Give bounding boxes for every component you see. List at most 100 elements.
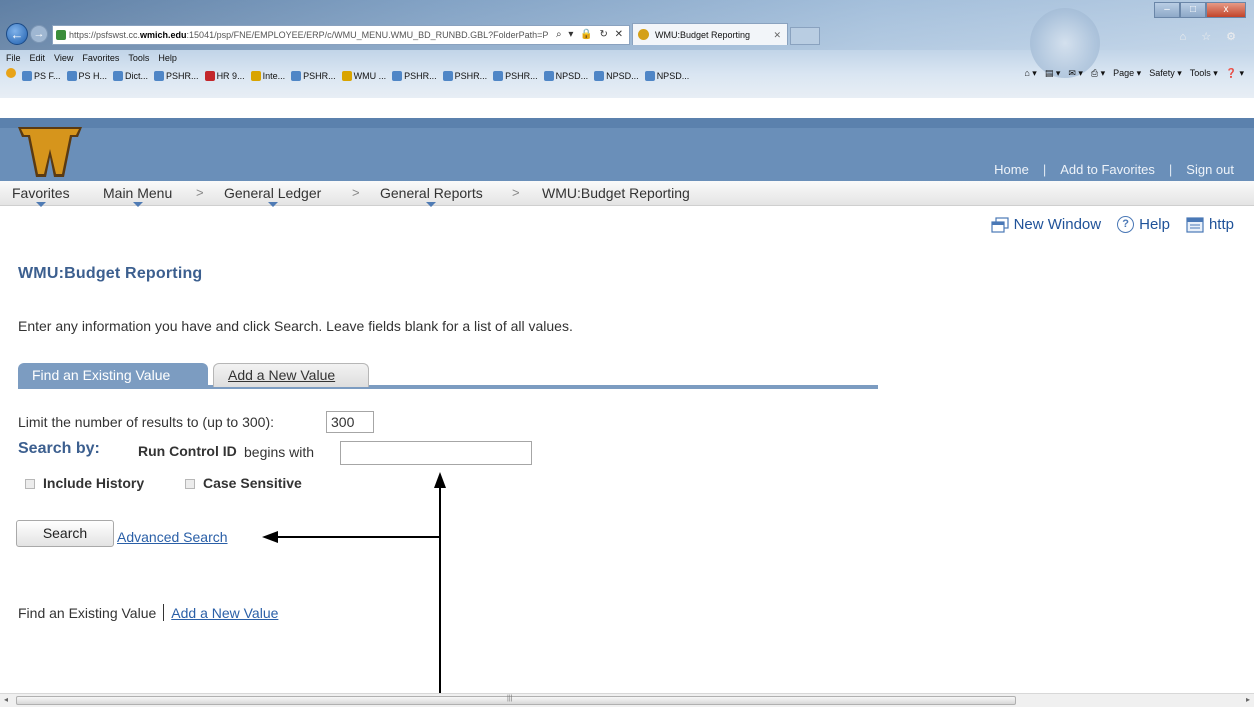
page-tools: New Window ? Help http xyxy=(975,216,1234,233)
fav-item[interactable]: WMU ... xyxy=(341,68,387,84)
bottom-find-existing-value[interactable]: Find an Existing Value xyxy=(18,605,156,621)
include-history-checkbox[interactable] xyxy=(25,479,35,489)
wmu-logo-icon xyxy=(18,127,82,177)
fav-item[interactable]: NPSD... xyxy=(543,68,589,84)
fav-item[interactable]: PSHR... xyxy=(154,68,199,84)
back-button[interactable]: ← xyxy=(6,23,28,45)
header-links: Home | Add to Favorites | Sign out xyxy=(994,162,1254,178)
fav-label: PS F... xyxy=(34,71,61,81)
new-window-link[interactable]: New Window xyxy=(990,216,1101,233)
dict-icon xyxy=(113,71,124,81)
menu-help[interactable]: Help xyxy=(158,53,177,63)
scroll-right-icon[interactable]: ▸ xyxy=(1246,695,1250,704)
scrollbar-thumb[interactable]: ||| xyxy=(16,695,1016,705)
horizontal-scrollbar[interactable]: ◂ ||| ▸ xyxy=(0,693,1254,707)
menu-file[interactable]: File xyxy=(6,53,21,63)
help-label: Help xyxy=(1139,216,1170,233)
ie-page-icon xyxy=(493,71,504,81)
scroll-left-icon[interactable]: ◂ xyxy=(4,695,8,704)
nav-label: General Ledger xyxy=(224,185,322,201)
instruction-text: Enter any information you have and click… xyxy=(18,318,573,334)
close-window-button[interactable]: x xyxy=(1206,2,1246,18)
fav-item[interactable]: PSHR... xyxy=(442,68,488,84)
nav-budget-reporting[interactable]: WMU:Budget Reporting xyxy=(542,185,690,201)
fav-item[interactable]: PSHR... xyxy=(291,68,336,84)
mail-icon[interactable]: ✉ ▾ xyxy=(1068,68,1083,79)
new-tab-button[interactable] xyxy=(790,27,820,45)
advanced-search-link[interactable]: Advanced Search xyxy=(117,529,228,545)
add-to-favorites-link[interactable]: Add to Favorites xyxy=(1060,162,1155,178)
ie-page-icon xyxy=(594,71,605,81)
home-icon[interactable]: ⌂ ▾ xyxy=(1024,68,1036,79)
scrollbar-grip: ||| xyxy=(507,695,513,702)
fav-label: NPSD... xyxy=(555,71,589,81)
ie-page-icon xyxy=(543,71,554,81)
maximize-button[interactable]: □ xyxy=(1180,2,1206,18)
fav-item[interactable]: PSHR... xyxy=(392,68,437,84)
feeds-icon[interactable]: ▤ ▾ xyxy=(1045,68,1061,79)
nav-label: Main Menu xyxy=(103,185,173,201)
include-history-label: Include History xyxy=(43,475,145,491)
fav-item[interactable]: Inte... xyxy=(250,68,285,84)
menu-edit[interactable]: Edit xyxy=(30,53,46,63)
case-sensitive-label: Case Sensitive xyxy=(203,475,302,491)
case-sensitive-checkbox[interactable] xyxy=(185,479,195,489)
nav-favorites[interactable]: Favorites xyxy=(12,185,70,207)
menu-tools[interactable]: Tools xyxy=(128,53,149,63)
safety-menu[interactable]: Safety ▾ xyxy=(1149,68,1182,79)
address-tools-icons[interactable]: ⌕ ▾ 🔒 ↻ ✕ xyxy=(556,26,625,44)
header-band xyxy=(0,118,1254,128)
fav-item[interactable]: NPSD... xyxy=(644,68,689,84)
tools-menu[interactable]: Tools ▾ xyxy=(1190,68,1218,79)
menu-favorites[interactable]: Favorites xyxy=(82,53,119,63)
nav-main-menu[interactable]: Main Menu xyxy=(103,185,173,207)
limit-results-input[interactable] xyxy=(326,411,374,433)
ie-page-icon xyxy=(154,71,165,81)
chevron-down-icon xyxy=(132,202,143,207)
ie-page-icon xyxy=(66,71,77,81)
new-window-icon xyxy=(990,216,1009,233)
site-favicon-icon xyxy=(56,30,66,40)
tab-favicon-icon xyxy=(638,29,649,40)
fav-item[interactable]: PS F... xyxy=(22,68,61,84)
run-control-id-input[interactable] xyxy=(340,441,532,465)
browser-tab[interactable]: WMU:Budget Reporting ✕ xyxy=(632,23,788,45)
minimize-button[interactable]: – xyxy=(1154,2,1180,18)
browser-toolbar-icons[interactable]: ⌂ ☆ ⚙ xyxy=(1180,30,1242,43)
home-link[interactable]: Home xyxy=(994,162,1029,178)
tab-add-new-value[interactable]: Add a New Value xyxy=(213,363,369,387)
run-control-id-label: Run Control ID xyxy=(138,443,237,459)
fav-item[interactable]: PS H... xyxy=(66,68,107,84)
help-menu-icon[interactable]: ❓ ▾ xyxy=(1226,68,1244,79)
fav-label: WMU ... xyxy=(353,71,387,81)
bottom-add-new-value-link[interactable]: Add a New Value xyxy=(171,605,278,621)
address-bar[interactable]: https://psfswst.cc.wmich.edu:15041/psp/F… xyxy=(52,25,630,45)
ie-page-icon xyxy=(392,71,403,81)
ie-page-icon xyxy=(644,71,655,81)
forward-button[interactable]: → xyxy=(30,25,48,43)
page-menu[interactable]: Page ▾ xyxy=(1113,68,1141,79)
fav-item[interactable]: PSHR... xyxy=(493,68,538,84)
address-host-pre: psfswst.cc. xyxy=(96,30,141,40)
tab-title: WMU:Budget Reporting xyxy=(655,30,751,40)
breadcrumb: Favorites Main Menu > General Ledger > G… xyxy=(0,181,1254,207)
fav-item[interactable]: Dict... xyxy=(113,68,148,84)
wmu-icon xyxy=(250,71,261,81)
fav-label: HR 9... xyxy=(216,71,245,81)
print-icon[interactable]: ⎙ ▾ xyxy=(1091,68,1105,79)
search-button[interactable]: Search xyxy=(16,520,114,547)
menu-view[interactable]: View xyxy=(54,53,73,63)
fav-label: PSHR... xyxy=(454,71,488,81)
tab-close-icon[interactable]: ✕ xyxy=(773,24,781,46)
annotation-arrows xyxy=(262,472,446,695)
favorites-star-icon[interactable] xyxy=(6,68,16,78)
nav-general-ledger[interactable]: General Ledger xyxy=(224,185,322,207)
fav-item[interactable]: NPSD... xyxy=(594,68,639,84)
help-link[interactable]: ? Help xyxy=(1117,216,1170,233)
nav-general-reports[interactable]: General Reports xyxy=(380,185,483,207)
tab-find-existing-value[interactable]: Find an Existing Value xyxy=(18,363,208,387)
fav-item[interactable]: HR 9... xyxy=(204,68,245,84)
sign-out-link[interactable]: Sign out xyxy=(1186,162,1254,178)
page-title: WMU:Budget Reporting xyxy=(18,265,203,282)
http-link[interactable]: http xyxy=(1186,216,1234,233)
